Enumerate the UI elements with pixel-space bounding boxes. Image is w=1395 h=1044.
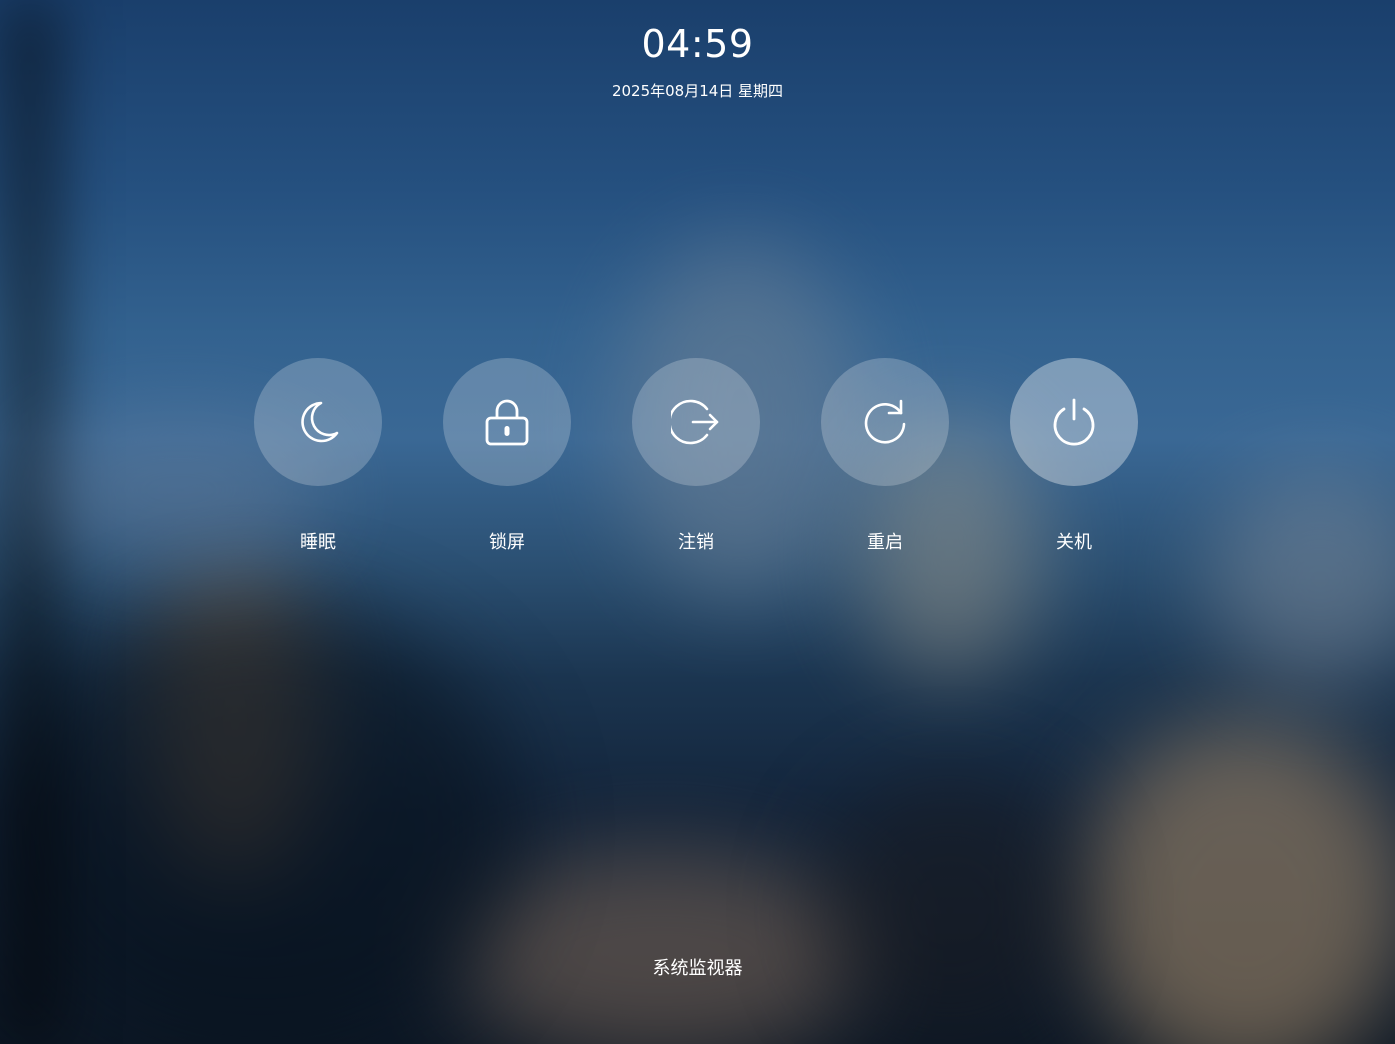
logout-label: 注销	[678, 532, 714, 553]
logout-icon	[671, 399, 719, 445]
restart-button[interactable]: 重启	[821, 358, 949, 554]
shutdown-button[interactable]: 关机	[1010, 358, 1138, 554]
logout-button[interactable]: 注销	[632, 358, 760, 554]
restart-icon	[864, 399, 906, 444]
moon-icon	[301, 401, 339, 443]
logout-button-circle[interactable]	[632, 358, 760, 486]
power-icon	[1053, 398, 1095, 446]
wallpaper-blur	[820, 780, 1080, 1040]
restart-button-circle[interactable]	[821, 358, 949, 486]
lock-button[interactable]: 锁屏	[443, 358, 571, 554]
system-monitor-button[interactable]: 系统监视器	[653, 958, 743, 979]
system-monitor: 系统监视器	[0, 954, 1395, 980]
clock-date: 2025年08月14日 星期四	[611, 82, 784, 100]
sleep-button[interactable]: 睡眠	[254, 358, 382, 554]
sleep-button-circle[interactable]	[254, 358, 382, 486]
clock-time: 04:59	[641, 22, 754, 66]
lock-button-circle[interactable]	[443, 358, 571, 486]
shutdown-label: 关机	[1056, 532, 1092, 553]
lock-icon	[485, 399, 529, 446]
restart-label: 重启	[867, 532, 903, 553]
power-actions: 睡眠 锁屏 注销 重启 关机	[0, 358, 1395, 568]
lock-label: 锁屏	[489, 532, 525, 553]
shutdown-button-circle[interactable]	[1010, 358, 1138, 486]
shutdown-screen: 04:59 2025年08月14日 星期四 睡眠 锁屏 注销 重启 关机 系统监…	[0, 0, 1395, 1044]
sleep-label: 睡眠	[300, 532, 336, 553]
wallpaper-blur	[1080, 720, 1395, 1044]
